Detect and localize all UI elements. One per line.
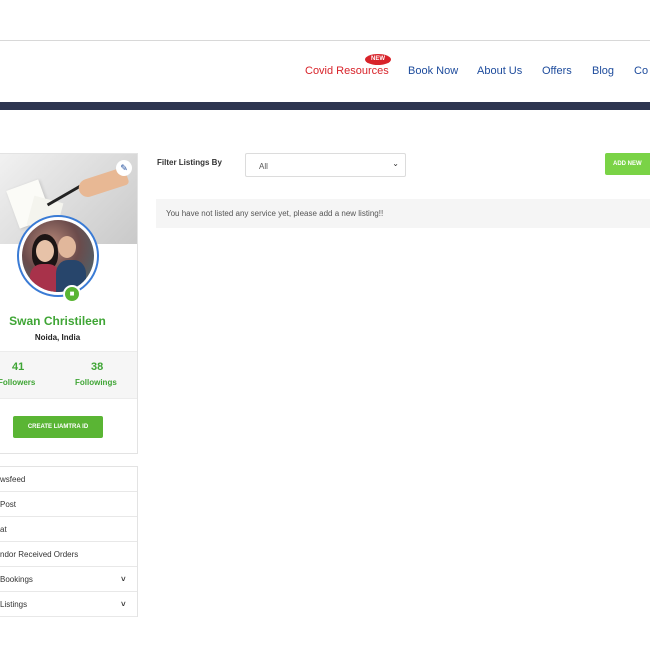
avatar-photo [22, 220, 94, 292]
nav-book-now[interactable]: Book Now [408, 65, 458, 77]
nav-contact[interactable]: Co [634, 65, 648, 77]
sidebar-item-label: at [0, 525, 7, 534]
sidebar-item-newsfeed[interactable]: wsfeed [0, 467, 137, 492]
followings-label[interactable]: Followings [75, 378, 117, 387]
chevron-down-icon: ˅ [121, 600, 126, 609]
sidebar-item-post[interactable]: Post [0, 492, 137, 517]
avatar[interactable] [17, 215, 99, 297]
followings-count[interactable]: 38 [91, 361, 103, 373]
nav-about-us[interactable]: About Us [477, 65, 522, 77]
header-accent-bar [0, 102, 650, 110]
nav-covid-resources[interactable]: Covid Resources [305, 65, 389, 77]
sidebar-item-bookings[interactable]: Bookings ˅ [0, 567, 137, 592]
sidebar-item-label: Bookings [0, 575, 33, 584]
nav-offers[interactable]: Offers [542, 65, 572, 77]
filter-label: Filter Listings By [157, 158, 222, 167]
new-badge: NEW [365, 54, 391, 65]
nav-blog[interactable]: Blog [592, 65, 614, 77]
camera-icon[interactable]: ■ [63, 285, 81, 303]
sidebar-item-vendor-orders[interactable]: ndor Received Orders [0, 542, 137, 567]
filter-select-value: All [259, 162, 268, 171]
main-navbar: Covid Resources NEW Book Now About Us Of… [0, 41, 650, 102]
sidebar-item-listings[interactable]: Listings ˅ [0, 592, 137, 617]
sidebar-item-chat[interactable]: at [0, 517, 137, 542]
profile-name: Swan Christileen [9, 314, 106, 328]
sidebar-item-label: ndor Received Orders [0, 550, 79, 559]
filter-select[interactable]: All ⌄ [245, 153, 406, 177]
create-liamtra-id-button[interactable]: CREATE LIAMTRA ID [13, 416, 103, 438]
add-new-listing-button[interactable]: ADD NEW [605, 153, 650, 175]
profile-stats: 41 Followers 38 Followings [0, 351, 137, 399]
followers-label[interactable]: Followers [0, 378, 35, 387]
sidebar-menu: wsfeed Post at ndor Received Orders Book… [0, 466, 138, 617]
sidebar-item-label: wsfeed [0, 475, 26, 484]
profile-card: ✎ ■ Swan Christileen Noida, India 41 Fol… [0, 153, 138, 454]
sidebar-item-label: Listings [0, 600, 28, 609]
edit-icon[interactable]: ✎ [116, 160, 132, 176]
empty-listings-message: You have not listed any service yet, ple… [156, 199, 650, 228]
sidebar-item-label: Post [0, 500, 17, 509]
chevron-down-icon: ˅ [121, 575, 126, 584]
chevron-down-icon: ⌄ [392, 159, 399, 168]
profile-location: Noida, India [34, 333, 81, 342]
followers-count[interactable]: 41 [12, 361, 24, 373]
